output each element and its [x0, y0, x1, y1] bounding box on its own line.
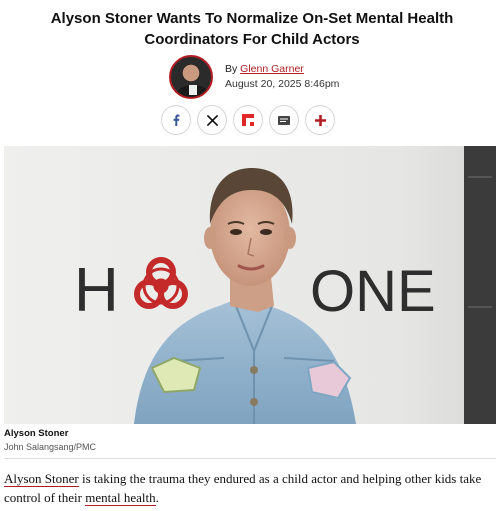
share-bar: [161, 105, 335, 135]
image-credit: John Salangsang/PMC: [4, 442, 97, 452]
publish-date: August 20, 2025 8:46pm: [225, 78, 340, 90]
caption-divider: [4, 458, 496, 459]
share-x-button[interactable]: [197, 105, 227, 135]
intro-text-2: .: [155, 490, 159, 505]
plus-icon: [314, 114, 326, 126]
share-facebook-button[interactable]: [161, 105, 191, 135]
share-flipboard-button[interactable]: [233, 105, 263, 135]
author-avatar[interactable]: [169, 55, 213, 99]
x-icon: [206, 114, 218, 126]
article-intro: Alyson Stoner is taking the trauma they …: [4, 469, 500, 507]
flipboard-icon: [242, 114, 254, 126]
article-headline: Alyson Stoner Wants To Normalize On-Set …: [50, 10, 454, 48]
hero-image[interactable]: H ONE: [4, 146, 496, 424]
backdrop-letters-one: ONE: [310, 259, 436, 324]
share-more-button[interactable]: [305, 105, 335, 135]
author-link[interactable]: Glenn Garner: [240, 63, 304, 75]
facebook-icon: [173, 114, 180, 126]
link-mental-health[interactable]: mental health: [85, 490, 156, 506]
link-alyson-stoner[interactable]: Alyson Stoner: [4, 471, 79, 487]
image-caption-title: Alyson Stoner: [4, 428, 69, 439]
backdrop-letter-h: H: [74, 256, 119, 325]
share-email-button[interactable]: [269, 105, 299, 135]
byline-prefix: By: [225, 63, 241, 75]
byline: By Glenn Garner August 20, 2025 8:46pm: [169, 55, 339, 99]
byline-text: By Glenn Garner August 20, 2025 8:46pm: [225, 62, 339, 92]
hero-photo: H ONE: [4, 146, 496, 424]
email-icon: [278, 115, 290, 125]
